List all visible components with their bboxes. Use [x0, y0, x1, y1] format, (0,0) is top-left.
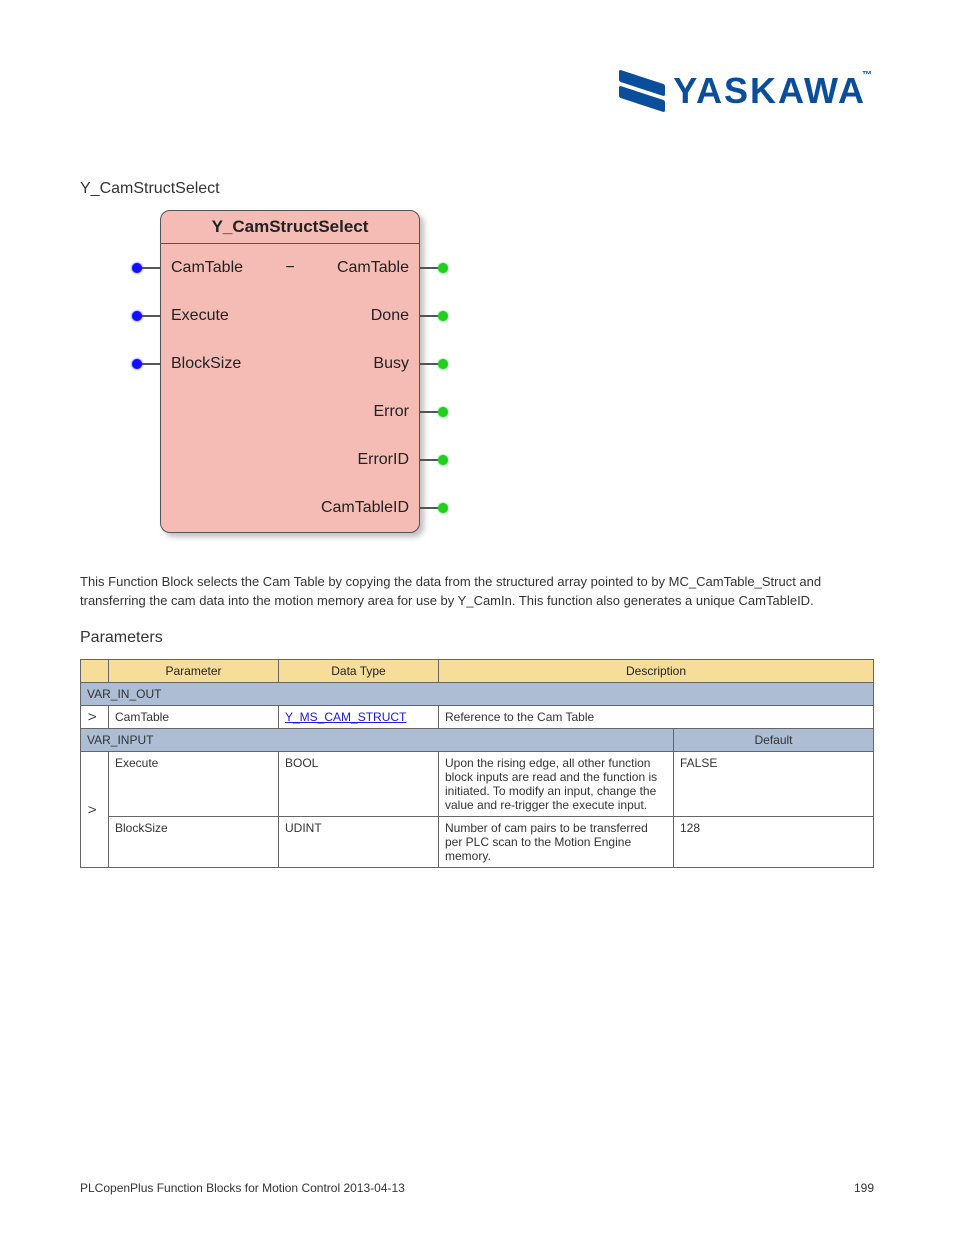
table-header: Data Type — [279, 659, 439, 682]
pin-dot-output — [438, 311, 448, 321]
param-cell: CamTable — [109, 705, 279, 728]
brand-mark — [619, 71, 665, 111]
block-name-heading: Y_CamStructSelect — [80, 180, 874, 198]
type-cell: UDINT — [279, 816, 439, 867]
fb-output-label: ErrorID — [357, 451, 409, 469]
fb-output-label: Busy — [373, 355, 409, 373]
fb-output-label: Error — [373, 403, 409, 421]
brand-text: YASKAWA™ — [673, 70, 874, 112]
fb-row: Error — [161, 388, 419, 436]
fb-row: CamTable − CamTable — [161, 244, 419, 292]
type-cell[interactable]: Y_MS_CAM_STRUCT — [279, 705, 439, 728]
table-category-row: VAR_INPUT Default — [81, 728, 874, 751]
dash-icon: − — [285, 259, 294, 277]
fb-output-label: CamTable — [337, 259, 409, 277]
table-header-row: Parameter Data Type Description — [81, 659, 874, 682]
parameters-table: Parameter Data Type Description VAR_IN_O… — [80, 659, 874, 868]
pin-dot-output — [438, 359, 448, 369]
desc-cell: Upon the rising edge, all other function… — [439, 751, 674, 816]
table-category: VAR_INPUT — [81, 728, 674, 751]
page-footer: PLCopenPlus Function Blocks for Motion C… — [80, 1181, 874, 1195]
table-category: VAR_IN_OUT — [81, 682, 874, 705]
table-row: V Execute BOOL Upon the rising edge, all… — [81, 751, 874, 816]
table-header: Parameter — [109, 659, 279, 682]
table-default-header: Default — [674, 728, 874, 751]
table-header — [81, 659, 109, 682]
io-cell: V — [81, 705, 109, 728]
pin-dot-output — [438, 407, 448, 417]
parameters-heading: Parameters — [80, 629, 874, 647]
pin-dot-input — [132, 359, 142, 369]
param-cell: Execute — [109, 751, 279, 816]
table-category-row: VAR_IN_OUT — [81, 682, 874, 705]
desc-cell: Reference to the Cam Table — [439, 705, 874, 728]
table-row: BlockSize UDINT Number of cam pairs to b… — [81, 816, 874, 867]
default-cell: 128 — [674, 816, 874, 867]
brand-logo: YASKAWA™ — [619, 70, 874, 112]
pin-dot-output — [438, 455, 448, 465]
fb-row: CamTableID — [161, 484, 419, 532]
table-header: Description — [439, 659, 874, 682]
footer-page: 199 — [854, 1181, 874, 1195]
type-cell: BOOL — [279, 751, 439, 816]
fb-output-label: CamTableID — [321, 499, 409, 517]
pin-dot-output — [438, 263, 448, 273]
table-row: V CamTable Y_MS_CAM_STRUCT Reference to … — [81, 705, 874, 728]
default-cell: FALSE — [674, 751, 874, 816]
fb-row: BlockSize Busy — [161, 340, 419, 388]
fb-row: ErrorID — [161, 436, 419, 484]
io-cell: V — [81, 751, 109, 867]
fb-row: Execute Done — [161, 292, 419, 340]
pin-dot-input — [132, 263, 142, 273]
pin-dot-output — [438, 503, 448, 513]
fb-output-label: Done — [371, 307, 409, 325]
block-description: This Function Block selects the Cam Tabl… — [80, 573, 874, 611]
function-block-diagram: Y_CamStructSelect CamTable − CamTable Execu… — [160, 210, 420, 533]
param-cell: BlockSize — [109, 816, 279, 867]
fb-input-label: BlockSize — [171, 355, 241, 373]
fb-input-label: CamTable — [171, 259, 243, 277]
fb-title: Y_CamStructSelect — [161, 211, 419, 244]
fb-input-label: Execute — [171, 307, 229, 325]
desc-cell: Number of cam pairs to be transferred pe… — [439, 816, 674, 867]
footer-doc: PLCopenPlus Function Blocks for Motion C… — [80, 1181, 405, 1195]
pin-dot-input — [132, 311, 142, 321]
